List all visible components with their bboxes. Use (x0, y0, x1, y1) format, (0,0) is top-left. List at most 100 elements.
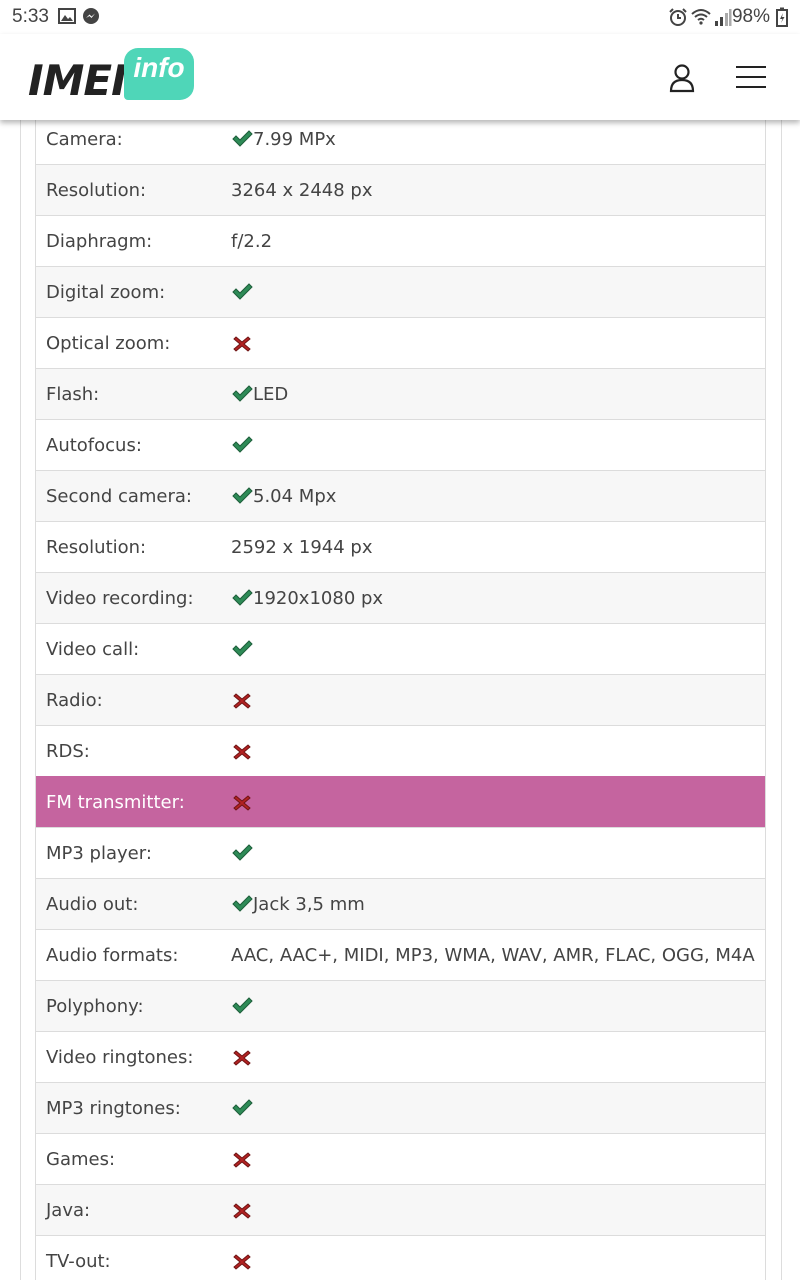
site-header: IMEI info (0, 34, 800, 120)
check-icon (231, 894, 253, 914)
spec-label: Polyphony: (35, 980, 220, 1032)
spec-label: Audio formats: (35, 929, 220, 981)
spec-label: MP3 player: (35, 827, 220, 879)
check-icon (231, 996, 253, 1016)
spec-label: Audio out: (35, 878, 220, 930)
spec-label: Second camera: (35, 470, 220, 522)
spec-value: 3264 x 2448 px (231, 179, 373, 201)
spec-value-cell: 2592 x 1944 px (220, 521, 766, 573)
spec-value: 7.99 MPx (253, 128, 336, 150)
spec-value-cell (220, 419, 766, 471)
table-row: TV-out: (35, 1235, 766, 1280)
spec-label: TV-out: (35, 1235, 220, 1280)
table-row: Flash: LED (35, 368, 766, 420)
battery-percent: 98% (731, 6, 770, 27)
table-row: Resolution: 3264 x 2448 px (35, 164, 766, 216)
table-row: Video call: (35, 623, 766, 675)
cross-icon (231, 792, 253, 812)
table-row: MP3 player: (35, 827, 766, 879)
spec-label: Radio: (35, 674, 220, 726)
spec-label: Camera: (35, 113, 220, 165)
cross-icon (231, 690, 253, 710)
check-icon (231, 129, 253, 149)
cross-icon (231, 1149, 253, 1169)
spec-label: Flash: (35, 368, 220, 420)
spec-value-cell (220, 1082, 766, 1134)
table-row: Audio formats: AAC, AAC+, MIDI, MP3, WMA,… (35, 929, 766, 981)
spec-label: Video call: (35, 623, 220, 675)
spec-value-cell (220, 980, 766, 1032)
spec-value-cell: f/2.2 (220, 215, 766, 267)
check-icon (231, 486, 253, 506)
spec-label: Video recording: (35, 572, 220, 624)
status-bar: 5:33 98% (0, 0, 800, 34)
cross-icon (231, 333, 253, 353)
spec-value-cell (220, 776, 766, 828)
spec-value-cell (220, 725, 766, 777)
messenger-notification-icon (82, 7, 100, 30)
check-icon (231, 435, 253, 455)
spec-label: RDS: (35, 725, 220, 777)
spec-label: Java: (35, 1184, 220, 1236)
spec-value-cell (220, 674, 766, 726)
spec-label: MP3 ringtones: (35, 1082, 220, 1134)
cross-icon (231, 1251, 253, 1271)
cross-icon (231, 741, 253, 761)
table-row: Camera: 7.99 MPx (35, 113, 766, 165)
table-row: Video recording: 1920x1080 px (35, 572, 766, 624)
logo-info-badge: info (124, 48, 194, 100)
table-row: Second camera: 5.04 Mpx (35, 470, 766, 522)
spec-value: f/2.2 (231, 230, 273, 252)
check-icon (231, 282, 253, 302)
spec-label: FM transmitter: (35, 776, 220, 828)
imei-info-logo[interactable]: IMEI info (28, 48, 198, 105)
hamburger-menu-icon[interactable] (736, 66, 766, 88)
wifi-icon (690, 7, 712, 32)
spec-label: Diaphragm: (35, 215, 220, 267)
spec-value-cell: AAC, AAC+, MIDI, MP3, WMA, WAV, AMR, FLA… (220, 929, 766, 981)
table-row: Optical zoom: (35, 317, 766, 369)
spec-value-cell: 1920x1080 px (220, 572, 766, 624)
gallery-notification-icon (58, 7, 76, 30)
spec-label: Autofocus: (35, 419, 220, 471)
user-account-icon[interactable] (666, 62, 698, 94)
cross-icon (231, 1200, 253, 1220)
table-row: Digital zoom: (35, 266, 766, 318)
check-icon (231, 639, 253, 659)
table-row: Video ringtones: (35, 1031, 766, 1083)
spec-value-cell (220, 1184, 766, 1236)
spec-value-cell (220, 1133, 766, 1185)
spec-value-cell: LED (220, 368, 766, 420)
status-time: 5:33 (12, 6, 49, 27)
spec-value-cell (220, 1235, 766, 1280)
table-row: Radio: (35, 674, 766, 726)
table-row: Java: (35, 1184, 766, 1236)
specifications-table: Camera: 7.99 MPx Resolution: 3264 x 2448 px… (35, 113, 766, 1280)
spec-label: Optical zoom: (35, 317, 220, 369)
spec-label: Video ringtones: (35, 1031, 220, 1083)
table-row: Games: (35, 1133, 766, 1185)
table-row: Audio out: Jack 3,5 mm (35, 878, 766, 930)
spec-value: 2592 x 1944 px (231, 536, 373, 558)
spec-value-cell (220, 266, 766, 318)
battery-level: 98% (732, 6, 770, 28)
table-row: FM transmitter: (35, 776, 766, 828)
check-icon (231, 1098, 253, 1118)
check-icon (231, 588, 253, 608)
spec-value-cell (220, 1031, 766, 1083)
spec-value: 5.04 Mpx (253, 485, 337, 507)
signal-icon (714, 7, 732, 32)
logo-imei-text: IMEI (28, 56, 127, 105)
spec-value-cell: 5.04 Mpx (220, 470, 766, 522)
spec-label: Resolution: (35, 164, 220, 216)
spec-value: LED (253, 383, 289, 405)
spec-value: AAC, AAC+, MIDI, MP3, WMA, WAV, AMR, FLA… (231, 944, 755, 966)
spec-value-cell: Jack 3,5 mm (220, 878, 766, 930)
table-row: RDS: (35, 725, 766, 777)
spec-value-cell (220, 827, 766, 879)
check-icon (231, 843, 253, 863)
spec-value-cell: 7.99 MPx (220, 113, 766, 165)
table-row: MP3 ringtones: (35, 1082, 766, 1134)
battery-charging-icon (776, 7, 788, 32)
spec-label: Games: (35, 1133, 220, 1185)
